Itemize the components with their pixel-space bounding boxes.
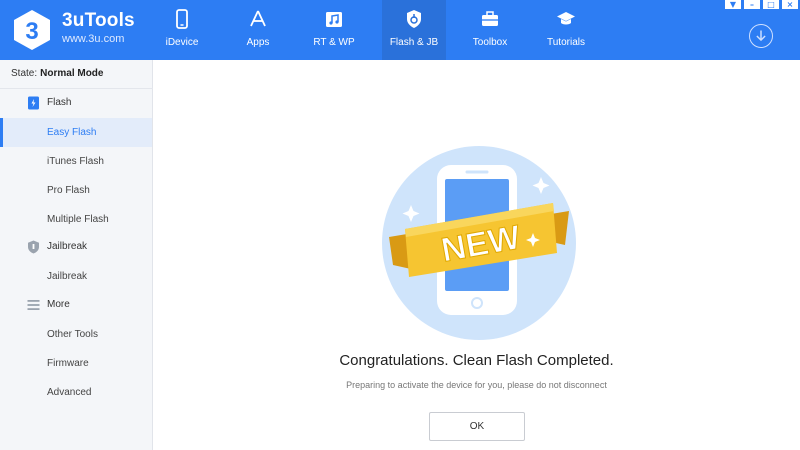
completion-title: Congratulations. Clean Flash Completed.: [339, 352, 614, 369]
pin-button[interactable]: ▼: [725, 0, 741, 9]
state-value: Normal Mode: [40, 68, 104, 79]
sidebar-group-flash: Flash: [0, 89, 153, 118]
menu-lines-icon: [27, 300, 40, 310]
window-controls: ▼ – □ ×: [725, 0, 798, 10]
ok-button[interactable]: OK: [429, 412, 525, 441]
logo-glyph: 3: [25, 18, 38, 45]
device-state: State: Normal Mode: [11, 68, 103, 79]
sidebar: State: Normal Mode Flash Easy Flash iTune…: [0, 60, 153, 450]
close-button[interactable]: ×: [782, 0, 798, 9]
nav-label: RT & WP: [313, 37, 355, 48]
flash-shield-icon: [407, 10, 421, 28]
nav-apps[interactable]: Apps: [226, 0, 290, 60]
app-url: www.3u.com: [62, 33, 125, 45]
toolbox-icon: [482, 11, 498, 26]
jailbreak-shield-icon: [28, 240, 39, 254]
sidebar-item-label: Easy Flash: [47, 127, 97, 138]
sidebar-group-more: More: [0, 291, 153, 320]
app-store-icon: [250, 10, 266, 27]
app-name: 3uTools: [62, 10, 135, 31]
sidebar-item-label: Jailbreak: [47, 271, 88, 282]
sidebar-item-firmware[interactable]: Firmware: [0, 349, 152, 378]
success-illustration: NEW: [382, 146, 576, 340]
nav-label: Apps: [246, 37, 270, 48]
app-logo: 3: [14, 10, 50, 50]
nav-label: Tutorials: [547, 37, 585, 48]
nav-toolbox[interactable]: Toolbox: [458, 0, 522, 60]
nav-flash-jb[interactable]: Flash & JB: [382, 0, 446, 60]
graduation-cap-icon: [557, 12, 575, 25]
sidebar-item-jailbreak[interactable]: Jailbreak: [0, 262, 152, 291]
maximize-button[interactable]: □: [763, 0, 779, 9]
sidebar-item-easy-flash[interactable]: Easy Flash: [0, 118, 152, 147]
sidebar-item-label: Other Tools: [47, 329, 98, 340]
nav-label: Toolbox: [472, 37, 508, 48]
nav-tutorials[interactable]: Tutorials: [534, 0, 598, 60]
sidebar-group-label: Jailbreak: [47, 241, 88, 252]
sidebar-item-label: Multiple Flash: [47, 214, 109, 225]
sidebar-item-label: iTunes Flash: [47, 156, 104, 167]
sidebar-item-multiple-flash[interactable]: Multiple Flash: [0, 205, 152, 234]
sidebar-item-other-tools[interactable]: Other Tools: [0, 320, 152, 349]
state-label: State:: [11, 68, 38, 79]
top-bar: 3 3uTools www.3u.com iDevice Apps RT & W…: [0, 0, 800, 60]
sidebar-item-label: Pro Flash: [47, 185, 90, 196]
sidebar-group-label: Flash: [47, 97, 72, 108]
sidebar-item-label: Advanced: [47, 387, 92, 398]
minimize-button[interactable]: –: [744, 0, 760, 9]
nav-label: iDevice: [165, 37, 199, 48]
sidebar-item-label: Firmware: [47, 358, 89, 369]
main-panel: NEW Congratulations. Clean Flash Complet…: [153, 60, 800, 450]
music-folder-icon: [326, 12, 342, 27]
completion-subtitle: Preparing to activate the device for you…: [346, 380, 607, 390]
phone-icon: [176, 9, 188, 29]
download-icon[interactable]: [749, 24, 773, 48]
sidebar-item-itunes-flash[interactable]: iTunes Flash: [0, 147, 152, 176]
nav-rt-wp[interactable]: RT & WP: [302, 0, 366, 60]
sidebar-group-label: More: [47, 299, 70, 310]
sidebar-item-pro-flash[interactable]: Pro Flash: [0, 176, 152, 205]
flash-device-icon: [28, 96, 39, 110]
nav-idevice[interactable]: iDevice: [150, 0, 214, 60]
nav-label: Flash & JB: [389, 37, 439, 48]
sidebar-group-jailbreak: Jailbreak: [0, 233, 153, 262]
sidebar-item-advanced[interactable]: Advanced: [0, 378, 152, 407]
